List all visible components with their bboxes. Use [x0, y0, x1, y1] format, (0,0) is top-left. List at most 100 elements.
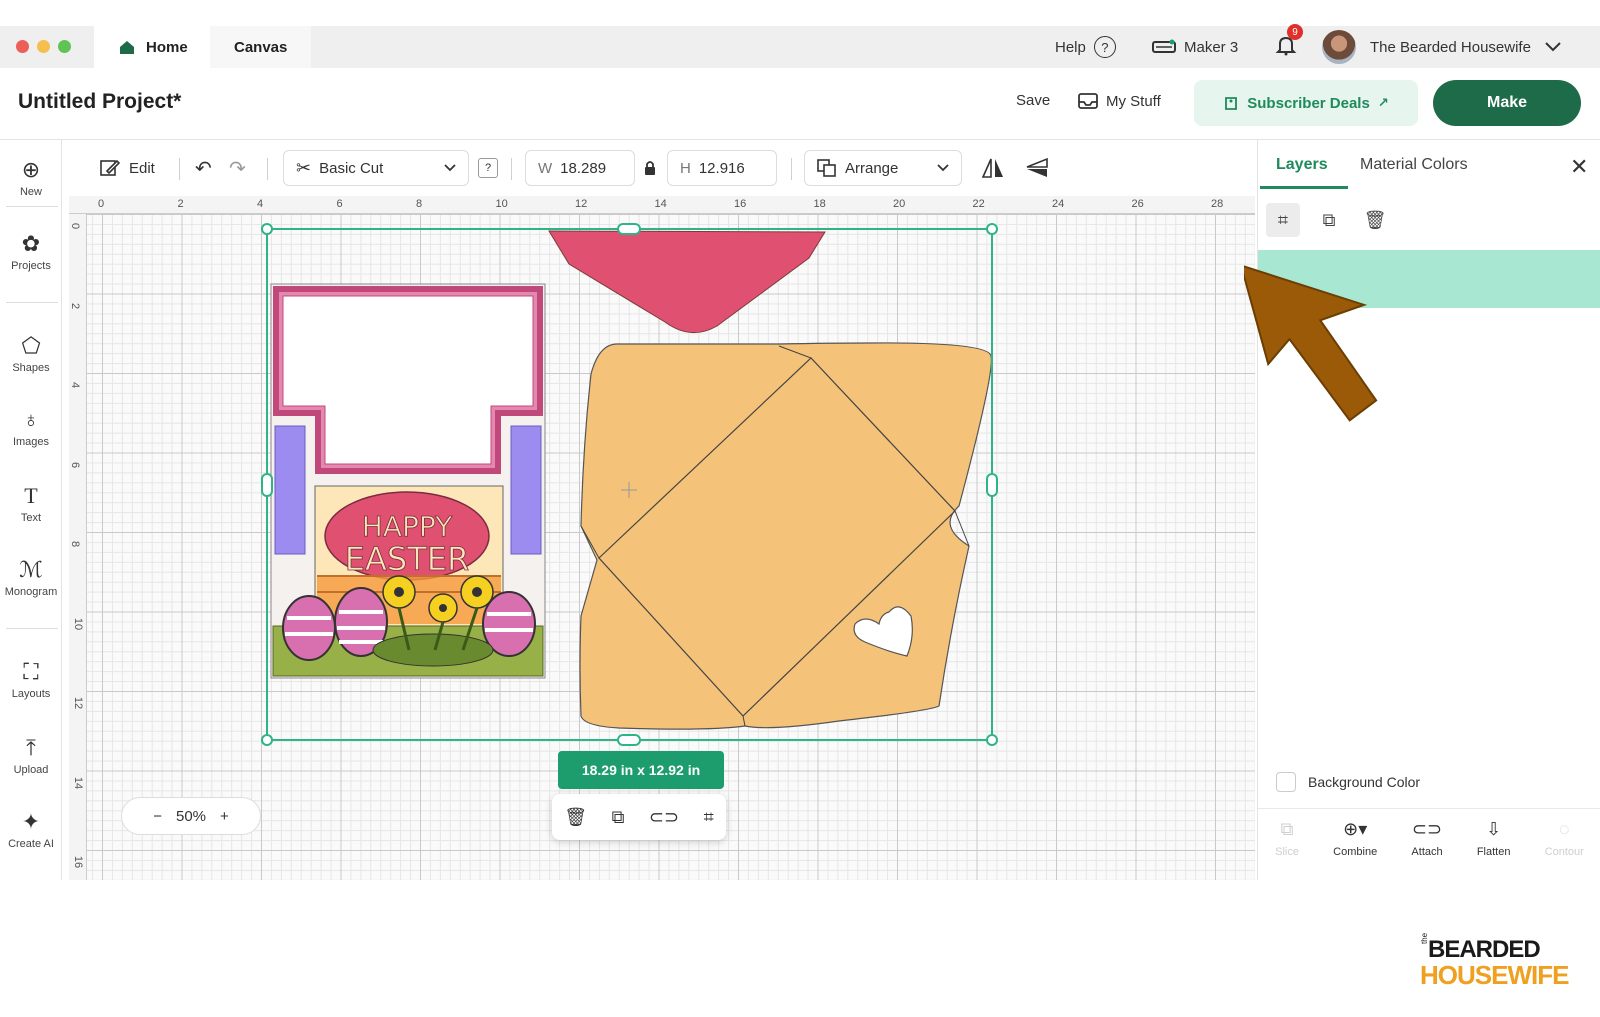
attach-icon[interactable]: ⊂⊃	[649, 807, 679, 828]
sidebar-item-layouts[interactable]: ⛶ Layouts	[0, 660, 62, 701]
close-window-button[interactable]	[16, 40, 29, 53]
help-label: Help	[1055, 38, 1086, 56]
contour-label: Contour	[1544, 846, 1584, 858]
edit-toolbar: Edit ↶ ↷ ✂ Basic Cut ? W 18.289 H 12.916	[69, 146, 1257, 192]
easter-card-shape[interactable]: HAPPY EASTER	[270, 283, 546, 679]
resize-handle-top	[617, 223, 641, 235]
selection-quick-actions: 🗑︎ ⧉ ⊂⊃ ⌗	[552, 794, 726, 840]
sidebar-item-images[interactable]: ♁ Images	[0, 407, 62, 449]
lock-proportions-button[interactable]	[643, 150, 657, 186]
title-bar: Home Canvas Help ? Maker 3 9 The Bearded…	[0, 24, 1600, 68]
attach-label: Attach	[1411, 846, 1443, 858]
account-menu[interactable]: The Bearded Housewife	[1322, 26, 1561, 68]
tab-layers[interactable]: Layers	[1276, 156, 1328, 174]
duplicate-icon[interactable]: ⧉	[612, 807, 625, 828]
maximize-window-button[interactable]	[58, 40, 71, 53]
background-color-toggle[interactable]: Background Color	[1276, 772, 1420, 792]
divider	[791, 158, 792, 180]
images-icon: ♁	[22, 407, 40, 432]
bearded-housewife-logo: the BEARDED HOUSEWIFE	[1420, 933, 1590, 1006]
sidebar-item-new[interactable]: ⊕ New	[0, 158, 62, 199]
chevron-down-icon	[444, 164, 456, 172]
trash-icon[interactable]: 🗑︎	[1358, 203, 1392, 237]
project-header: Untitled Project* Save My Stuff Subscrib…	[0, 68, 1600, 140]
project-title[interactable]: Untitled Project*	[18, 90, 181, 114]
redo-button[interactable]: ↷	[229, 150, 246, 186]
attach-button[interactable]: ⊂⊃ Attach	[1411, 819, 1442, 858]
sidebar-item-label: Text	[20, 512, 42, 524]
duplicate-icon[interactable]: ⧉	[1312, 203, 1346, 237]
sidebar-item-upload[interactable]: ⤒ Upload	[0, 735, 62, 777]
active-tab-indicator	[1260, 186, 1348, 189]
avatar	[1322, 30, 1356, 64]
group-icon[interactable]: ⌗	[1266, 203, 1300, 237]
edit-button[interactable]: Edit	[99, 150, 155, 186]
flip-vertical-button[interactable]	[1025, 150, 1049, 186]
sidebar-item-create-ai[interactable]: ✦ Create AI	[0, 810, 62, 851]
envelope-body-shape[interactable]	[579, 342, 992, 730]
flatten-button[interactable]: ⇩ Flatten	[1477, 819, 1511, 858]
flip-horizontal-icon	[981, 158, 1003, 178]
selection-size-label: 18.29 in x 12.92 in	[558, 751, 724, 789]
sidebar-item-shapes[interactable]: ⬠ Shapes	[0, 334, 62, 375]
cricut-design-space-window: Home Canvas Help ? Maker 3 9 The Bearded…	[0, 0, 1600, 880]
minimize-window-button[interactable]	[37, 40, 50, 53]
text-icon: T	[24, 483, 38, 508]
divider	[6, 628, 58, 629]
delete-icon[interactable]: 🗑︎	[564, 807, 587, 828]
envelope-flap-shape[interactable]	[548, 230, 826, 333]
arrange-select[interactable]: Arrange	[804, 150, 962, 186]
notifications-button[interactable]: 9	[1275, 24, 1303, 68]
contour-button[interactable]: ◌ Contour	[1545, 819, 1584, 858]
machine-label: Maker 3	[1184, 38, 1239, 56]
make-label: Make	[1486, 94, 1528, 111]
subscriber-deals-button[interactable]: Subscriber Deals ↗	[1194, 80, 1418, 126]
background-color-checkbox[interactable]	[1276, 772, 1296, 792]
zoom-out-button[interactable]: −	[153, 808, 162, 825]
zoom-in-button[interactable]: +	[220, 808, 229, 825]
sidebar-item-label: Monogram	[4, 586, 58, 598]
sidebar-item-label: New	[19, 186, 42, 198]
operation-select[interactable]: ✂ Basic Cut	[283, 150, 469, 186]
arrange-label: Arrange	[845, 159, 899, 177]
width-label: W	[538, 159, 553, 177]
sidebar-item-monogram[interactable]: ℳ Monogram	[0, 558, 62, 599]
resize-handle-bottom-right	[986, 734, 998, 746]
machine-icon	[1152, 39, 1176, 53]
help-button[interactable]: Help ?	[1055, 26, 1116, 68]
my-stuff-button[interactable]: My Stuff	[1078, 92, 1161, 110]
tag-icon	[1225, 97, 1238, 110]
tab-home[interactable]: Home	[94, 26, 212, 68]
height-field[interactable]: H 12.916	[667, 150, 777, 186]
tab-material-colors[interactable]: Material Colors	[1360, 156, 1468, 174]
tab-layers-label: Layers	[1276, 156, 1328, 173]
group-icon[interactable]: ⌗	[704, 807, 714, 828]
flip-horizontal-button[interactable]	[981, 150, 1005, 186]
combine-button[interactable]: ⊕▾ Combine	[1333, 819, 1377, 858]
resize-handle-top-right	[986, 223, 998, 235]
divider	[6, 302, 58, 303]
design-canvas[interactable]: 0 2 4 6 8 10 12 14 16 18 20 22 24 26 28 0 2 4 6 8 10 12 14 16	[69, 196, 1255, 880]
width-value: 18.289	[560, 159, 607, 177]
upload-icon: ⤒	[26, 735, 36, 760]
operation-help-button[interactable]: ?	[478, 158, 498, 178]
resize-handle-top-left	[261, 223, 273, 235]
edit-pencil-icon	[100, 159, 121, 176]
account-name: The Bearded Housewife	[1370, 38, 1531, 56]
resize-handle-bottom	[617, 734, 641, 746]
sidebar-item-projects[interactable]: ✿ Projects	[0, 232, 62, 273]
combine-label: Combine	[1333, 846, 1378, 858]
undo-button[interactable]: ↶	[195, 150, 212, 186]
machine-selector[interactable]: Maker 3	[1152, 26, 1238, 68]
zoom-control: − 50% +	[121, 797, 261, 835]
slice-button[interactable]: ⧉ Slice	[1275, 819, 1299, 858]
close-panel-button[interactable]: ✕	[1570, 154, 1588, 180]
sidebar-item-text[interactable]: T Text	[0, 483, 62, 525]
width-field[interactable]: W 18.289	[525, 150, 635, 186]
save-button[interactable]: Save	[1016, 92, 1050, 109]
logo-line2: HOUSEWIFE	[1420, 960, 1569, 990]
divider	[6, 206, 58, 207]
tab-canvas[interactable]: Canvas	[210, 26, 312, 68]
sidebar-item-label: Upload	[13, 764, 49, 776]
make-button[interactable]: Make	[1433, 80, 1581, 126]
